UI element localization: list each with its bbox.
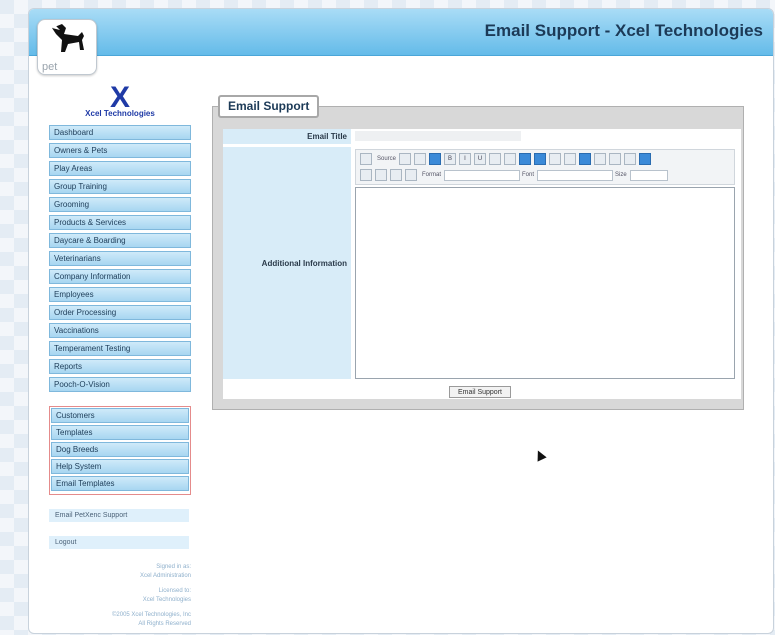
source-icon[interactable] bbox=[360, 153, 372, 165]
indent-icon[interactable] bbox=[519, 153, 532, 165]
editor-toolbar: Source B I U Format Font Size bbox=[355, 149, 735, 185]
email-form: Email Title Additional Information Sourc… bbox=[223, 129, 741, 399]
panel-tab: Email Support bbox=[218, 95, 320, 118]
underline-icon[interactable]: U bbox=[474, 153, 487, 165]
font-select[interactable] bbox=[537, 169, 614, 181]
brand-name: Xcel Technologies bbox=[85, 109, 155, 118]
email-title-input[interactable] bbox=[355, 131, 521, 141]
size-select[interactable] bbox=[629, 169, 668, 181]
sidebar-item-dashboard[interactable]: Dashboard bbox=[49, 125, 191, 140]
email-title-label: Email Title bbox=[223, 129, 351, 144]
special-char-icon[interactable] bbox=[405, 169, 417, 181]
sidebar-item-owners-pets[interactable]: Owners & Pets bbox=[49, 143, 191, 158]
anchor-icon[interactable] bbox=[624, 153, 637, 165]
rich-text-editor: Source B I U Format Font Size bbox=[355, 149, 735, 379]
sidebar-item-veterinarians[interactable]: Veterinarians bbox=[49, 251, 191, 266]
toolbar-row-1: Source B I U bbox=[360, 152, 654, 166]
sidebar-item-pooch-o-vision[interactable]: Pooch-O-Vision bbox=[49, 377, 191, 392]
sidebar-item-daycare-boarding[interactable]: Daycare & Boarding bbox=[49, 233, 191, 248]
source-label: Source bbox=[377, 156, 397, 162]
align-center-icon[interactable] bbox=[549, 153, 562, 165]
sidebar-item-company-information[interactable]: Company Information bbox=[49, 269, 191, 284]
dog-icon bbox=[52, 24, 84, 52]
email-support-button[interactable]: Email Support bbox=[449, 386, 511, 398]
additional-info-cell: Additional Information bbox=[223, 147, 351, 379]
logo-text: pet bbox=[42, 61, 58, 73]
footer-info: Signed in as: Xcel Administration Licens… bbox=[49, 563, 191, 629]
nav-primary: Dashboard Owners & Pets Play Areas Group… bbox=[49, 125, 191, 392]
copyright-text: ©2005 Xcel Technologies, Inc bbox=[111, 612, 191, 618]
rights-text: All Rights Reserved bbox=[138, 621, 191, 627]
editor-content-area[interactable] bbox=[355, 187, 735, 379]
link-icon[interactable] bbox=[594, 153, 607, 165]
sidebar-item-order-processing[interactable]: Order Processing bbox=[49, 305, 191, 320]
sidebar-item-temperament-testing[interactable]: Temperament Testing bbox=[49, 341, 191, 356]
sidebar-item-grooming[interactable]: Grooming bbox=[49, 197, 191, 212]
page-title: Email Support - Xcel Technologies bbox=[484, 21, 763, 40]
logout-link[interactable]: Logout bbox=[49, 536, 189, 549]
unordered-list-icon[interactable] bbox=[504, 153, 517, 165]
sidebar: X Xcel Technologies Dashboard Owners & P… bbox=[49, 81, 191, 629]
header-bar: Email Support - Xcel Technologies bbox=[29, 9, 773, 56]
sidebar-item-employees[interactable]: Employees bbox=[49, 287, 191, 302]
sidebar-item-customers[interactable]: Customers bbox=[51, 408, 189, 423]
app-window: Email Support - Xcel Technologies pet X … bbox=[28, 8, 774, 634]
paste-icon[interactable] bbox=[429, 153, 442, 165]
preview-icon[interactable] bbox=[399, 153, 412, 165]
logo-icon: pet bbox=[37, 19, 97, 75]
sidebar-item-dog-breeds[interactable]: Dog Breeds bbox=[51, 442, 189, 457]
brand-mark: X bbox=[109, 81, 130, 114]
align-justify-icon[interactable] bbox=[579, 153, 592, 165]
size-label: Size bbox=[615, 172, 627, 178]
sidebar-item-templates[interactable]: Templates bbox=[51, 425, 189, 440]
align-right-icon[interactable] bbox=[564, 153, 577, 165]
font-label: Font bbox=[522, 172, 535, 178]
sidebar-item-vaccinations[interactable]: Vaccinations bbox=[49, 323, 191, 338]
italic-icon[interactable]: I bbox=[459, 153, 472, 165]
align-left-icon[interactable] bbox=[534, 153, 547, 165]
nav-secondary: Customers Templates Dog Breeds Help Syst… bbox=[49, 406, 191, 495]
format-select[interactable] bbox=[444, 169, 521, 181]
sidebar-item-products-services[interactable]: Products & Services bbox=[49, 215, 191, 230]
additional-info-label: Additional Information bbox=[261, 259, 347, 268]
licensed-label: Licensed to: bbox=[158, 588, 191, 594]
signed-in-user: Xcel Administration bbox=[139, 573, 191, 579]
ordered-list-icon[interactable] bbox=[489, 153, 502, 165]
format-label: Format bbox=[422, 172, 442, 178]
table-icon[interactable] bbox=[360, 169, 372, 181]
brand-logo: X Xcel Technologies bbox=[49, 81, 191, 125]
sidebar-item-help-system[interactable]: Help System bbox=[51, 459, 189, 474]
sidebar-item-play-areas[interactable]: Play Areas bbox=[49, 161, 191, 176]
email-support-panel: Email Support Email Title Additional Inf… bbox=[212, 95, 744, 410]
sidebar-item-group-training[interactable]: Group Training bbox=[49, 179, 191, 194]
sidebar-item-reports[interactable]: Reports bbox=[49, 359, 191, 374]
rule-icon[interactable] bbox=[375, 169, 387, 181]
licensed-to: Xcel Technologies bbox=[142, 597, 191, 603]
cut-icon[interactable] bbox=[414, 153, 427, 165]
email-support-link[interactable]: Email PetXenc Support bbox=[49, 509, 189, 522]
sidebar-item-email-templates[interactable]: Email Templates bbox=[51, 476, 189, 491]
image-icon[interactable] bbox=[609, 153, 622, 165]
smiley-icon[interactable] bbox=[390, 169, 402, 181]
color-icon[interactable] bbox=[639, 153, 652, 165]
signed-in-label: Signed in as: bbox=[156, 564, 191, 570]
toolbar-row-2: Format Font Size bbox=[360, 168, 668, 182]
bold-icon[interactable]: B bbox=[444, 153, 457, 165]
